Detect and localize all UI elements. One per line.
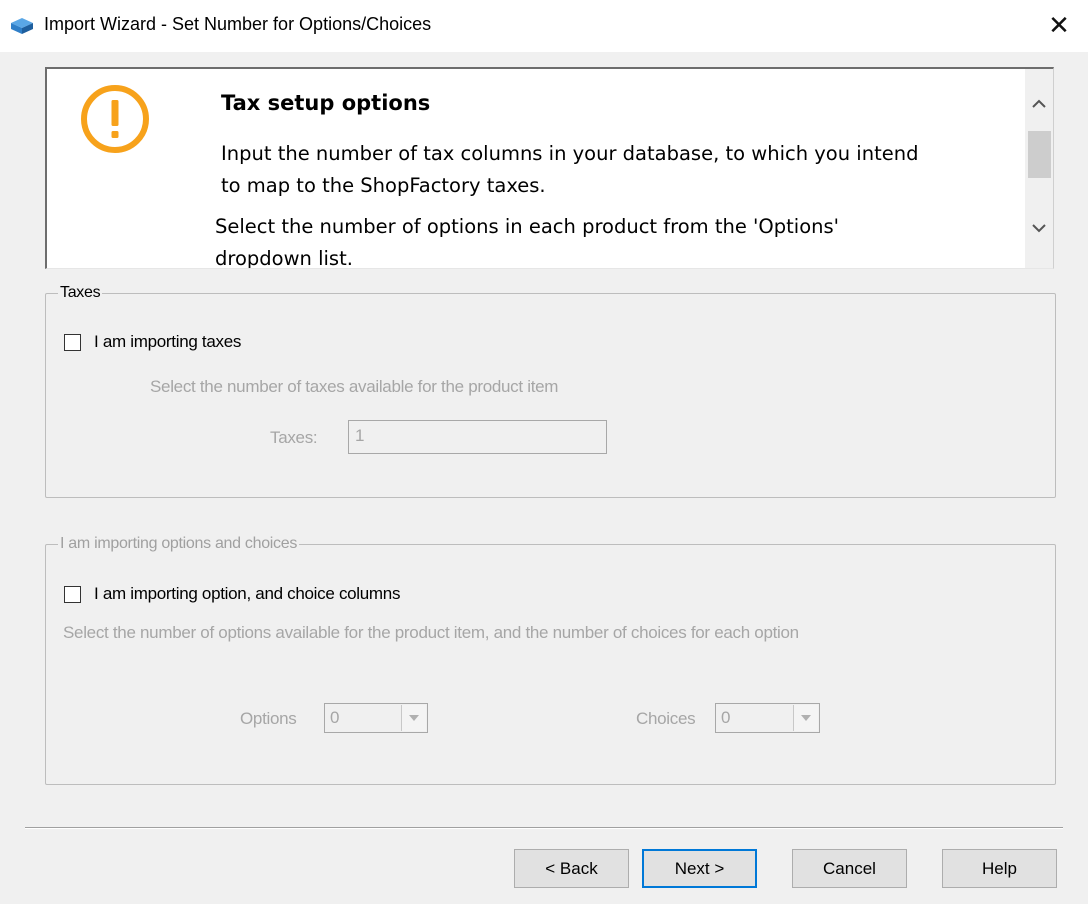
options-choices-group-legend: I am importing options and choices [60, 535, 298, 552]
next-button[interactable]: Next > [642, 849, 757, 888]
window-title: Import Wizard - Set Number for Options/C… [44, 14, 432, 34]
cancel-button[interactable]: Cancel [792, 849, 907, 888]
choices-dropdown-arrow-icon[interactable] [793, 705, 818, 731]
help-button[interactable]: Help [942, 849, 1057, 888]
choices-dropdown-value: 0 [721, 708, 731, 727]
scroll-thumb[interactable] [1028, 131, 1051, 178]
title-bar: Import Wizard - Set Number for Options/C… [0, 0, 1088, 52]
info-text-options: Select the number of options in each pro… [215, 215, 840, 269]
options-dropdown[interactable]: 0 [324, 703, 428, 733]
import-wizard-icon [10, 14, 34, 36]
close-icon[interactable]: ✕ [1044, 10, 1074, 40]
options-dropdown-value: 0 [330, 708, 340, 727]
import-taxes-label[interactable]: I am importing taxes [94, 332, 241, 352]
scroll-up-chevron-icon[interactable] [1030, 95, 1048, 113]
taxes-field-label: Taxes: [270, 428, 318, 447]
info-panel: Tax setup options Input the number of ta… [45, 67, 1054, 269]
info-text-tax: Input the number of tax columns in your … [221, 142, 919, 197]
import-taxes-checkbox[interactable] [64, 334, 81, 351]
scroll-down-chevron-icon[interactable] [1030, 219, 1048, 237]
options-dropdown-arrow-icon[interactable] [401, 705, 426, 731]
taxes-group-legend: Taxes [60, 284, 101, 301]
options-field-label: Options [240, 709, 297, 728]
import-options-checkbox[interactable] [64, 586, 81, 603]
choices-dropdown[interactable]: 0 [715, 703, 820, 733]
taxes-count-input[interactable]: 1 [348, 420, 607, 454]
choices-field-label: Choices [636, 709, 696, 728]
back-button[interactable]: < Back [514, 849, 629, 888]
info-scrollbar[interactable] [1025, 69, 1053, 268]
options-hint: Select the number of options available f… [63, 623, 799, 642]
info-heading: Tax setup options [221, 91, 431, 115]
button-separator [25, 827, 1063, 829]
warning-circle-icon [79, 83, 151, 155]
options-choices-group: I am importing options and choices [45, 535, 1056, 785]
import-options-label[interactable]: I am importing option, and choice column… [94, 584, 400, 604]
taxes-hint: Select the number of taxes available for… [150, 377, 559, 396]
